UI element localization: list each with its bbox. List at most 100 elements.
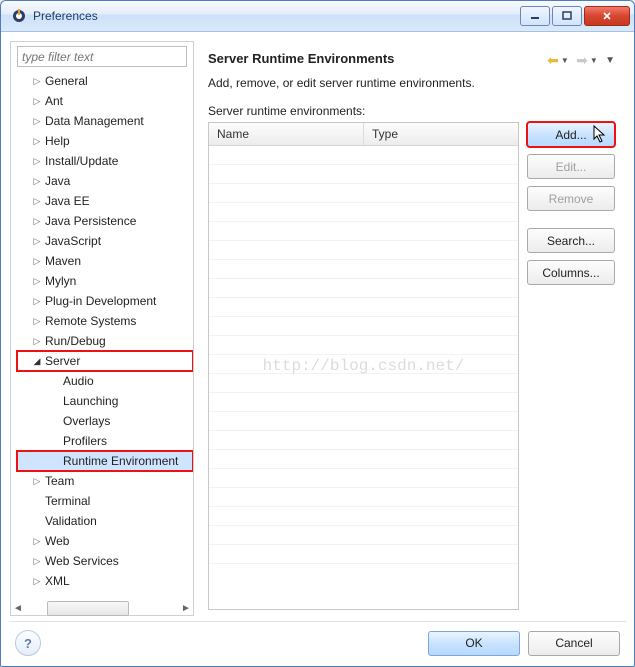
cancel-button[interactable]: Cancel <box>528 631 620 656</box>
tree-item-java-ee[interactable]: ▷Java EE <box>17 191 193 211</box>
tree-item-runtime-environment[interactable]: Runtime Environment <box>17 451 193 471</box>
expand-icon[interactable]: ▷ <box>31 275 43 287</box>
tree-item-label: Launching <box>63 394 118 408</box>
page-description: Add, remove, or edit server runtime envi… <box>208 76 615 90</box>
tree-item-validation[interactable]: Validation <box>17 511 193 531</box>
tree-item-xml[interactable]: ▷XML <box>17 571 193 591</box>
horizontal-scrollbar[interactable]: ◄ ► <box>11 601 193 615</box>
column-name[interactable]: Name <box>209 123 364 145</box>
tree-item-mylyn[interactable]: ▷Mylyn <box>17 271 193 291</box>
expand-icon[interactable]: ▷ <box>31 315 43 327</box>
tree-item-javascript[interactable]: ▷JavaScript <box>17 231 193 251</box>
forward-icon[interactable]: ➡ <box>576 52 588 69</box>
scroll-left-icon[interactable]: ◄ <box>11 603 25 614</box>
expand-icon[interactable]: ▷ <box>31 115 43 127</box>
table-row <box>209 336 518 355</box>
search-button[interactable]: Search... <box>527 228 615 253</box>
tree-item-label: Java <box>45 174 70 188</box>
table-row <box>209 146 518 165</box>
scroll-thumb[interactable] <box>47 601 129 616</box>
expand-icon[interactable]: ▷ <box>31 535 43 547</box>
tree-item-remote-systems[interactable]: ▷Remote Systems <box>17 311 193 331</box>
scroll-right-icon[interactable]: ► <box>179 603 193 614</box>
filter-input[interactable] <box>17 46 187 67</box>
table-row <box>209 298 518 317</box>
expand-icon[interactable]: ▷ <box>31 195 43 207</box>
table-label: Server runtime environments: <box>208 104 615 118</box>
tree-item-install-update[interactable]: ▷Install/Update <box>17 151 193 171</box>
expand-icon[interactable]: ▷ <box>31 235 43 247</box>
edit-button[interactable]: Edit... <box>527 154 615 179</box>
tree-item-label: Server <box>45 354 80 368</box>
tree-item-java-persistence[interactable]: ▷Java Persistence <box>17 211 193 231</box>
close-button[interactable] <box>584 6 630 26</box>
tree-item-launching[interactable]: Launching <box>17 391 193 411</box>
view-menu-icon[interactable]: ▼ <box>605 55 615 66</box>
tree-item-plug-in-development[interactable]: ▷Plug-in Development <box>17 291 193 311</box>
collapse-icon[interactable]: ◢ <box>31 355 43 367</box>
tree-item-web-services[interactable]: ▷Web Services <box>17 551 193 571</box>
tree-item-label: Java Persistence <box>45 214 136 228</box>
runtimes-table[interactable]: Name Type http://blog.csdn.net/ <box>208 122 519 610</box>
expand-icon[interactable]: ▷ <box>31 175 43 187</box>
tree-item-audio[interactable]: Audio <box>17 371 193 391</box>
tree-item-data-management[interactable]: ▷Data Management <box>17 111 193 131</box>
tree-item-help[interactable]: ▷Help <box>17 131 193 151</box>
expand-icon[interactable]: ▷ <box>31 135 43 147</box>
expand-icon[interactable]: ▷ <box>31 555 43 567</box>
expand-icon[interactable]: ▷ <box>31 215 43 227</box>
remove-button[interactable]: Remove <box>527 186 615 211</box>
table-row <box>209 374 518 393</box>
tree-item-label: Maven <box>45 254 81 268</box>
maximize-button[interactable] <box>552 6 582 26</box>
app-icon <box>11 8 27 24</box>
tree-item-web[interactable]: ▷Web <box>17 531 193 551</box>
table-row <box>209 222 518 241</box>
tree-item-label: Data Management <box>45 114 144 128</box>
tree-item-maven[interactable]: ▷Maven <box>17 251 193 271</box>
table-row <box>209 165 518 184</box>
tree-item-server[interactable]: ◢Server <box>17 351 193 371</box>
table-row <box>209 545 518 564</box>
table-row <box>209 431 518 450</box>
expand-icon[interactable]: ▷ <box>31 155 43 167</box>
tree-item-java[interactable]: ▷Java <box>17 171 193 191</box>
tree-item-label: Web Services <box>45 554 119 568</box>
tree-item-label: Java EE <box>45 194 90 208</box>
tree-item-team[interactable]: ▷Team <box>17 471 193 491</box>
back-icon[interactable]: ⬅ <box>547 52 559 69</box>
expand-icon[interactable]: ▷ <box>31 75 43 87</box>
add-button[interactable]: Add... <box>527 122 615 147</box>
tree-item-terminal[interactable]: Terminal <box>17 491 193 511</box>
no-expand-icon <box>31 495 43 507</box>
table-row <box>209 317 518 336</box>
no-expand-icon <box>49 375 61 387</box>
tree-item-general[interactable]: ▷General <box>17 71 193 91</box>
table-body <box>209 146 518 609</box>
page-title: Server Runtime Environments <box>208 51 547 66</box>
expand-icon[interactable]: ▷ <box>31 575 43 587</box>
expand-icon[interactable]: ▷ <box>31 335 43 347</box>
no-expand-icon <box>49 395 61 407</box>
back-menu-icon[interactable]: ▼ <box>561 56 569 65</box>
column-type[interactable]: Type <box>364 123 518 145</box>
tree-item-profilers[interactable]: Profilers <box>17 431 193 451</box>
help-button[interactable]: ? <box>15 630 41 656</box>
expand-icon[interactable]: ▷ <box>31 95 43 107</box>
expand-icon[interactable]: ▷ <box>31 255 43 267</box>
ok-button[interactable]: OK <box>428 631 520 656</box>
expand-icon[interactable]: ▷ <box>31 295 43 307</box>
minimize-button[interactable] <box>520 6 550 26</box>
tree-item-label: XML <box>45 574 70 588</box>
dialog-footer: ? OK Cancel <box>9 621 626 658</box>
preferences-tree[interactable]: ▷General▷Ant▷Data Management▷Help▷Instal… <box>11 69 193 599</box>
tree-item-run-debug[interactable]: ▷Run/Debug <box>17 331 193 351</box>
tree-item-overlays[interactable]: Overlays <box>17 411 193 431</box>
tree-item-label: Help <box>45 134 70 148</box>
expand-icon[interactable]: ▷ <box>31 475 43 487</box>
forward-menu-icon[interactable]: ▼ <box>590 56 598 65</box>
columns-button[interactable]: Columns... <box>527 260 615 285</box>
tree-item-ant[interactable]: ▷Ant <box>17 91 193 111</box>
title-bar[interactable]: Preferences <box>1 1 634 32</box>
table-row <box>209 203 518 222</box>
